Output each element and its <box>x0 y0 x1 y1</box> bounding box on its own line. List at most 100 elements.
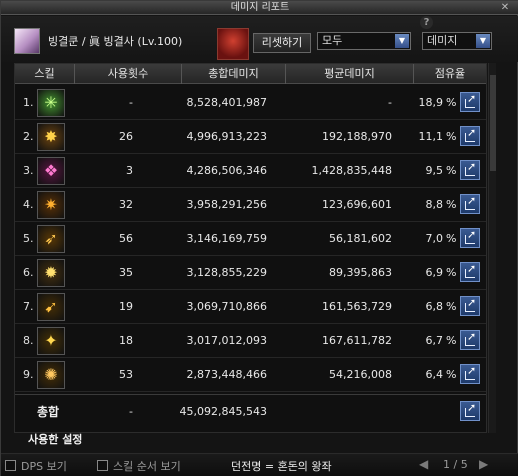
character-name: 빙결쿤 / 眞 빙결사 (Lv.100) <box>48 35 183 48</box>
damage-share: 8,8 <box>425 198 444 211</box>
share-icon[interactable] <box>460 364 480 384</box>
table-row: 7. ➹ 19 3,069,710,866 161,563,729 6,8% <box>15 290 486 324</box>
rank-number: 6. <box>23 266 34 279</box>
title-bar[interactable]: 데미지 리포트 ✕ <box>1 1 518 15</box>
class-emblem-icon <box>217 28 249 60</box>
golden-bow-icon[interactable]: ➶ <box>37 225 65 253</box>
average-damage: 123,696,601 <box>322 198 392 211</box>
share-icon[interactable] <box>460 330 480 350</box>
help-icon[interactable]: ? <box>420 16 433 29</box>
use-count: 26 <box>119 130 133 143</box>
type-select[interactable]: 데미지 ▼ <box>422 32 492 50</box>
share-icon[interactable] <box>460 160 480 180</box>
column-count[interactable]: 사용횟수 <box>75 64 182 84</box>
table-row: 6. ✹ 35 3,128,855,229 89,395,863 6,9% <box>15 256 486 290</box>
average-damage: - <box>388 96 392 109</box>
golden-arrow-icon[interactable]: ➹ <box>37 293 65 321</box>
total-damage: 4,996,913,223 <box>186 130 267 143</box>
share-icon[interactable] <box>460 126 480 146</box>
total-label: 총합 <box>37 405 60 419</box>
pink-diamond-grid-icon[interactable]: ❖ <box>37 157 65 185</box>
reset-button[interactable]: 리셋하기 <box>253 33 311 53</box>
skill-order-checkbox[interactable] <box>97 460 108 471</box>
column-skill[interactable]: 스킬 <box>15 64 75 84</box>
use-count: 56 <box>119 232 133 245</box>
golden-flare-icon[interactable]: ✺ <box>37 361 65 389</box>
table-scrollbar[interactable] <box>488 63 496 433</box>
rank-number: 4. <box>23 198 34 211</box>
total-damage: 3,146,169,759 <box>186 232 267 245</box>
table-row: 3. ❖ 3 4,286,506,346 1,428,835,448 9,5% <box>15 154 486 188</box>
total-count: - <box>129 405 133 418</box>
percent-sign: % <box>446 96 457 109</box>
use-count: 53 <box>119 368 133 381</box>
average-damage: 54,216,008 <box>329 368 392 381</box>
share-icon[interactable] <box>460 92 480 112</box>
percent-sign: % <box>446 368 457 381</box>
damage-share: 6,7 <box>425 334 444 347</box>
golden-burst-icon[interactable]: ✸ <box>37 123 65 151</box>
percent-sign: % <box>446 334 457 347</box>
window-title: 데미지 리포트 <box>230 2 290 13</box>
damage-share: 9,5 <box>425 164 444 177</box>
percent-sign: % <box>446 232 457 245</box>
use-count: 3 <box>126 164 133 177</box>
report-header: 빙결쿤 / 眞 빙결사 (Lv.100) ? 리셋하기 모두 ▼ 데미지 ▼ <box>1 16 518 62</box>
bottom-bar: DPS 보기 스킬 순서 보기 던전명 = 혼돈의 왕좌 ◀ 1 / 5 ▶ <box>1 453 518 476</box>
rank-number: 3. <box>23 164 34 177</box>
filter-select[interactable]: 모두 ▼ <box>317 32 411 50</box>
chevron-down-icon[interactable]: ▼ <box>476 34 490 48</box>
damage-share: 11,1 <box>418 130 444 143</box>
total-damage: 2,873,448,466 <box>186 368 267 381</box>
table-row: 9. ✺ 53 2,873,448,466 54,216,008 6,4% <box>15 358 486 392</box>
type-select-value: 데미지 <box>427 34 458 47</box>
share-icon[interactable] <box>460 401 480 421</box>
skill-damage-table: 스킬 사용횟수 총합데미지 평균데미지 점유율 1. ✳ - 8,528,401,98… <box>14 63 487 433</box>
close-icon[interactable]: ✕ <box>499 2 511 14</box>
use-count: 35 <box>119 266 133 279</box>
damage-share: 18,9 <box>418 96 444 109</box>
average-damage: 56,181,602 <box>329 232 392 245</box>
dps-checkbox[interactable] <box>5 460 16 471</box>
percent-sign: % <box>446 266 457 279</box>
dps-label[interactable]: DPS 보기 <box>21 458 67 474</box>
dungeon-name: 던전명 = 혼돈의 왕좌 <box>231 460 332 473</box>
column-total[interactable]: 총합데미지 <box>182 64 286 84</box>
next-page-icon[interactable]: ▶ <box>479 457 488 471</box>
share-icon[interactable] <box>460 228 480 248</box>
prev-page-icon[interactable]: ◀ <box>419 457 428 471</box>
starburst-icon[interactable]: ✹ <box>37 259 65 287</box>
page-indicator: 1 / 5 <box>443 458 468 471</box>
percent-sign: % <box>446 300 457 313</box>
damage-share: 6,8 <box>425 300 444 313</box>
percent-sign: % <box>446 164 457 177</box>
character-portrait <box>14 28 40 54</box>
rank-number: 5. <box>23 232 34 245</box>
total-damage: 8,528,401,987 <box>186 96 267 109</box>
percent-sign: % <box>446 198 457 211</box>
share-icon[interactable] <box>460 296 480 316</box>
total-damage: 3,128,855,229 <box>186 266 267 279</box>
column-share[interactable]: 점유율 <box>414 64 486 84</box>
column-average[interactable]: 평균데미지 <box>286 64 414 84</box>
chevron-down-icon[interactable]: ▼ <box>395 34 409 48</box>
damage-share: 6,4 <box>425 368 444 381</box>
total-damage: 3,958,291,256 <box>186 198 267 211</box>
used-settings: 사용한 설정 <box>14 431 94 446</box>
use-count: - <box>129 96 133 109</box>
rank-number: 1. <box>23 96 34 109</box>
damage-share: 7,0 <box>425 232 444 245</box>
green-star-burst-icon[interactable]: ✳ <box>37 89 65 117</box>
used-settings-label: 사용한 설정 <box>28 433 83 446</box>
damage-report-window: 데미지 리포트 ✕ 빙결쿤 / 眞 빙결사 (Lv.100) ? 리셋하기 모두… <box>0 0 518 476</box>
skill-order-label[interactable]: 스킬 순서 보기 <box>113 458 181 474</box>
table-row: 1. ✳ - 8,528,401,987 - 18,9% <box>15 86 486 120</box>
fire-spikes-icon[interactable]: ✷ <box>37 191 65 219</box>
percent-sign: % <box>446 130 457 143</box>
scroll-thumb[interactable] <box>490 75 496 171</box>
rank-number: 8. <box>23 334 34 347</box>
share-icon[interactable] <box>460 262 480 282</box>
golden-crown-icon[interactable]: ✦ <box>37 327 65 355</box>
share-icon[interactable] <box>460 194 480 214</box>
damage-share: 6,9 <box>425 266 444 279</box>
